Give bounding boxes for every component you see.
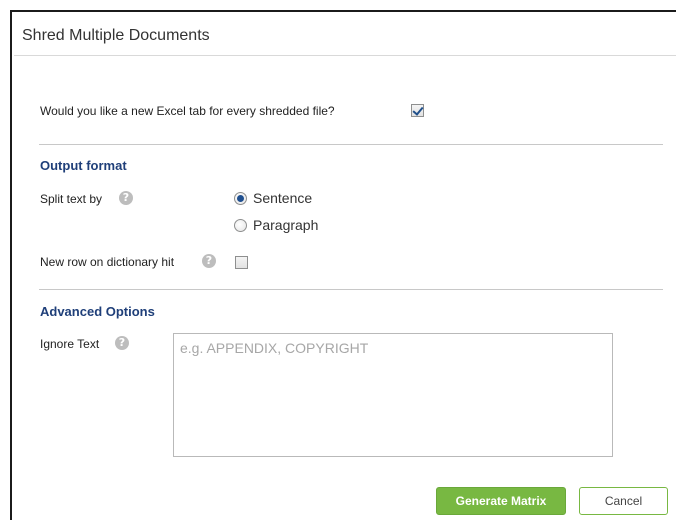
shred-dialog: Shred Multiple Documents Would you like …: [10, 10, 676, 520]
help-icon[interactable]: ?: [115, 336, 129, 350]
cancel-button[interactable]: Cancel: [579, 487, 668, 515]
help-icon[interactable]: ?: [119, 191, 133, 205]
new-row-label: New row on dictionary hit: [40, 255, 175, 269]
radio-sentence[interactable]: [234, 192, 247, 205]
excel-tab-checkbox[interactable]: [411, 104, 424, 117]
dialog-title: Shred Multiple Documents: [22, 27, 210, 44]
excel-tab-question: Would you like a new Excel tab for every…: [40, 104, 335, 118]
radio-sentence-label[interactable]: Sentence: [253, 190, 312, 206]
output-format-heading: Output format: [40, 158, 127, 173]
radio-paragraph[interactable]: [234, 219, 247, 232]
section-divider: [39, 144, 663, 145]
new-row-checkbox[interactable]: [235, 256, 248, 269]
advanced-options-heading: Advanced Options: [40, 304, 155, 319]
ignore-text-input[interactable]: [173, 333, 613, 457]
generate-matrix-button[interactable]: Generate Matrix: [436, 487, 566, 515]
ignore-text-label: Ignore Text: [40, 337, 100, 351]
section-divider: [39, 289, 663, 290]
radio-paragraph-label[interactable]: Paragraph: [253, 217, 318, 233]
help-icon[interactable]: ?: [202, 254, 216, 268]
split-text-label: Split text by: [40, 192, 103, 206]
title-divider: [14, 55, 676, 56]
